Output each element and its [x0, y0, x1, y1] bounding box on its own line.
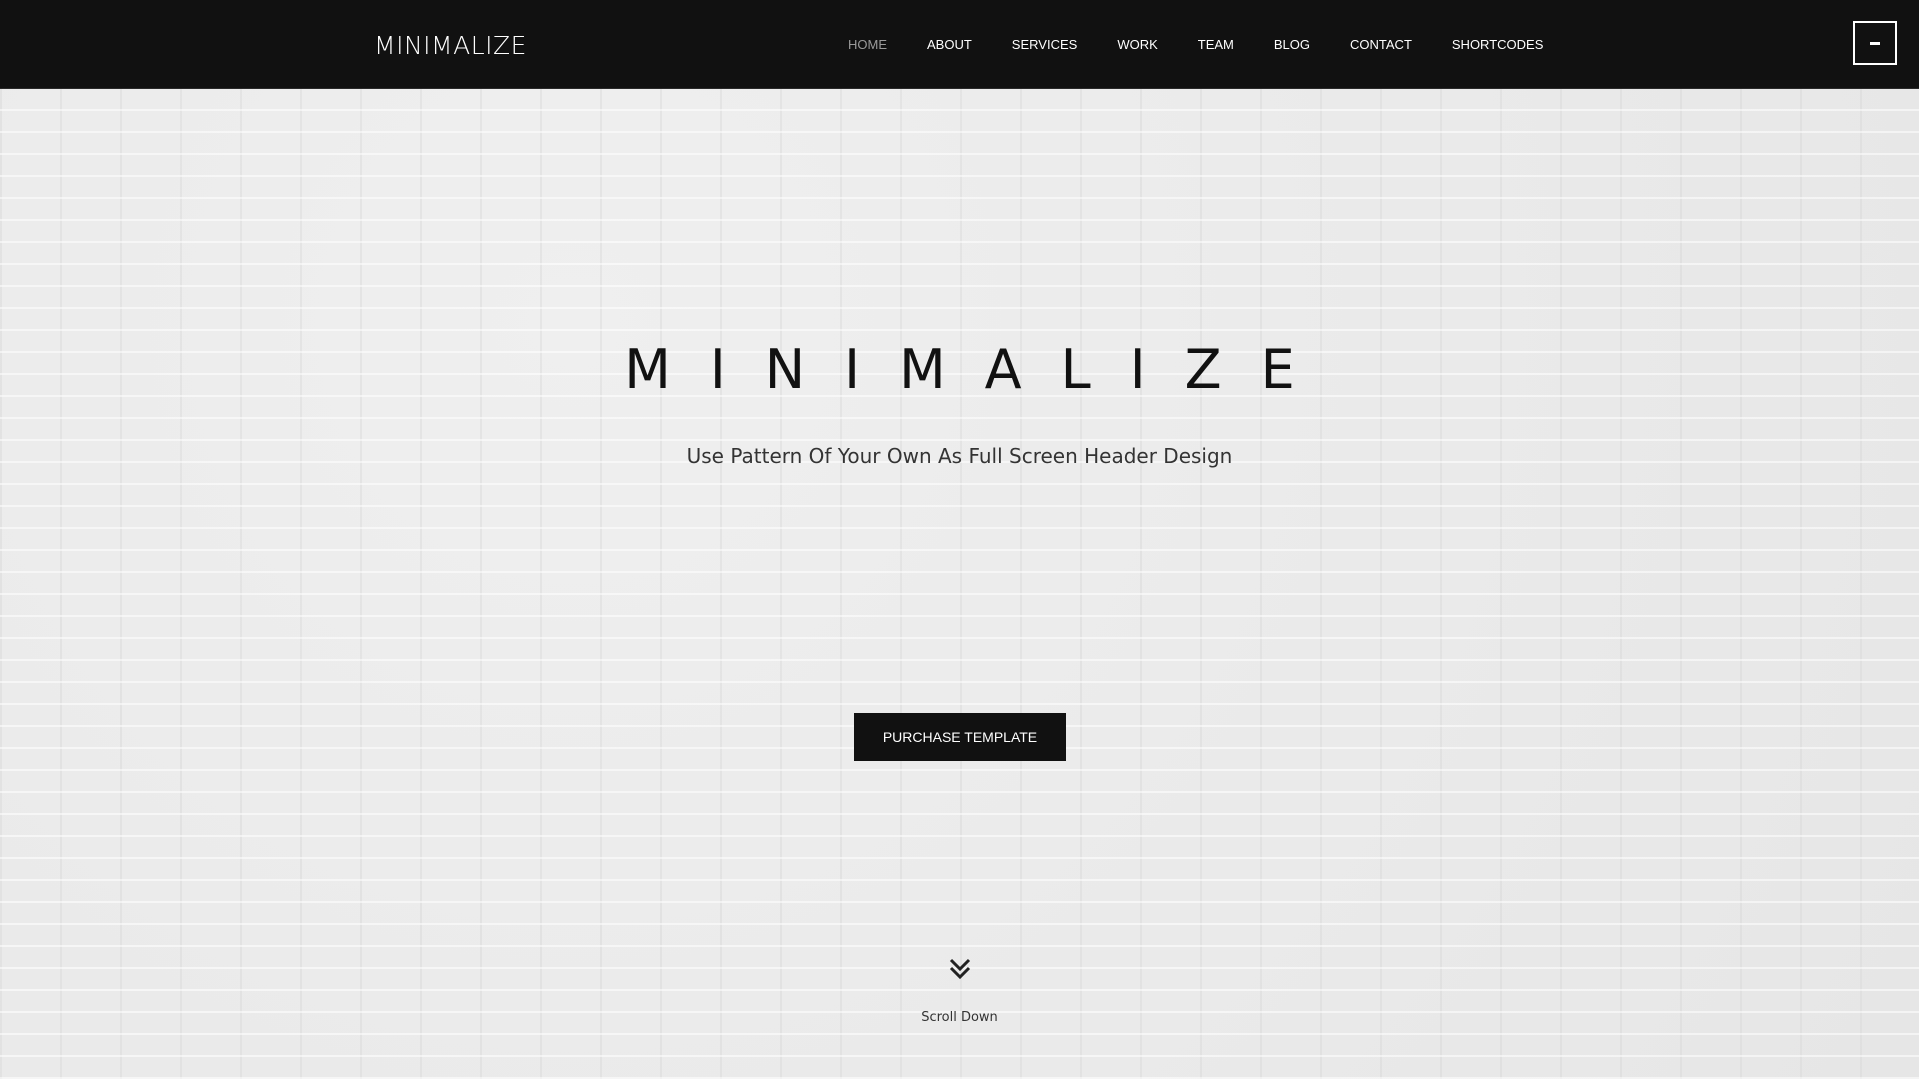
nav-item-blog[interactable]: BLOG: [1274, 37, 1310, 52]
nav-item-home[interactable]: HOME: [848, 37, 887, 52]
nav-item-contact[interactable]: CONTACT: [1350, 37, 1412, 52]
nav-menu: HOME ABOUT SERVICES WORK TEAM BLOG CONTA…: [848, 37, 1583, 52]
scroll-down-label[interactable]: Scroll Down: [0, 1010, 1919, 1025]
purchase-template-button[interactable]: PURCHASE TEMPLATE: [854, 713, 1066, 761]
nav-item-team[interactable]: TEAM: [1198, 37, 1234, 52]
nav-item-shortcodes[interactable]: SHORTCODES: [1452, 37, 1544, 52]
top-navbar: MINIMALIZE HOME ABOUT SERVICES WORK TEAM…: [0, 0, 1919, 89]
page: MINIMALIZE HOME ABOUT SERVICES WORK TEAM…: [0, 0, 1919, 1079]
double-chevron-down-icon[interactable]: [947, 956, 973, 982]
hero-subtitle: Use Pattern Of Your Own As Full Screen H…: [686, 444, 1233, 468]
brand-logo[interactable]: MINIMALIZE: [374, 31, 527, 60]
minus-icon: [1870, 41, 1880, 45]
menu-toggle-button[interactable]: [1853, 21, 1897, 65]
nav-item-work[interactable]: WORK: [1117, 37, 1157, 52]
nav-item-services[interactable]: SERVICES: [1012, 37, 1078, 52]
nav-item-about[interactable]: ABOUT: [927, 37, 972, 52]
hero-title: MINIMALIZE: [624, 338, 1334, 401]
